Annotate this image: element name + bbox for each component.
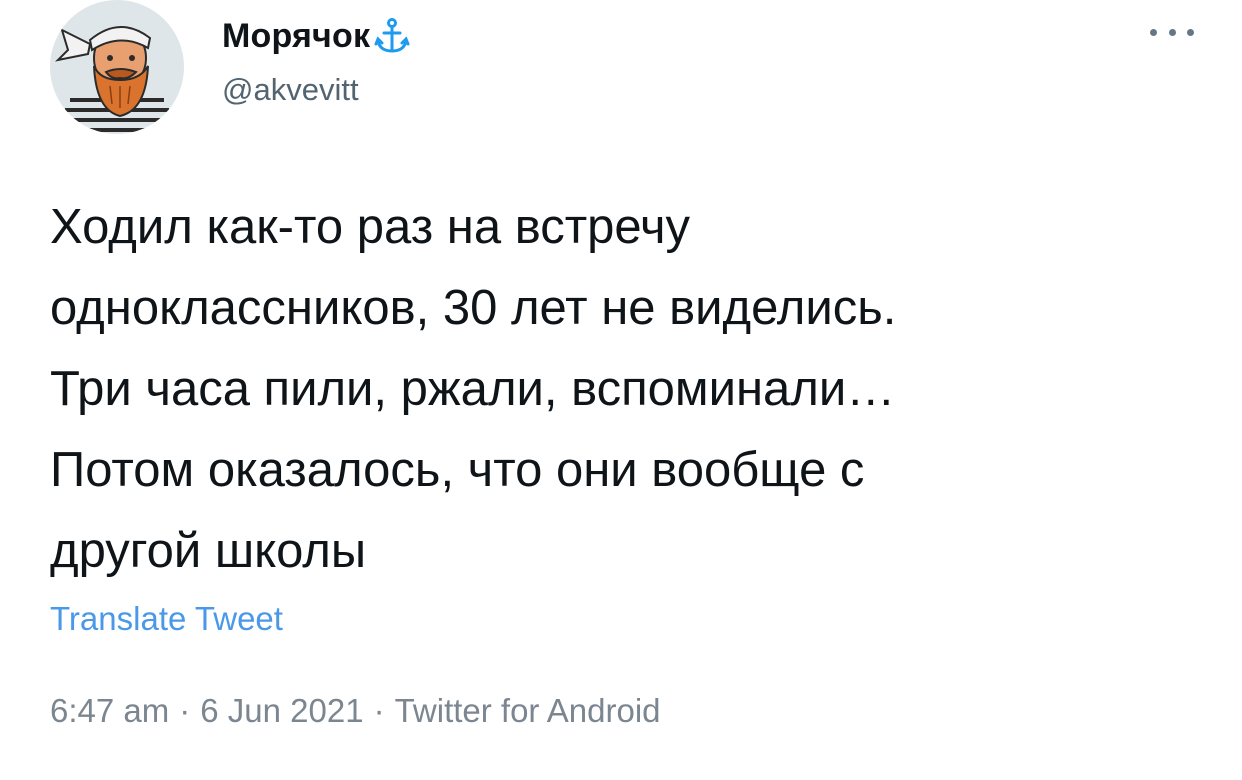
user-handle[interactable]: @akvevitt [222,72,410,108]
separator: · [373,692,385,729]
avatar[interactable] [50,0,184,134]
dot [1168,28,1176,36]
tweet-line: Ходил как-то раз на встречу [50,200,691,254]
anchor-icon [374,17,410,55]
bearded-sailor-avatar [50,0,184,134]
dot [1187,28,1194,36]
dot [1150,28,1157,36]
display-name[interactable]: Морячок [222,17,370,56]
translate-tweet-link[interactable]: Translate Tweet [50,600,283,638]
tweet-text: Ходил как-то раз на встречу одноклассник… [50,187,1200,592]
tweet-time[interactable]: 6:47 am [50,692,169,729]
tweet-source[interactable]: Twitter for Android [395,692,661,729]
tweet-line: одноклассников, 30 лет не виделись. [50,281,897,335]
tweet-card: Морячок @akvevitt Ходил как-то раз на вс… [0,0,1242,780]
tweet-line: Три часа пили, ржали, вспоминали… [50,362,896,416]
tweet-metadata: 6:47 am · 6 Jun 2021 · Twitter for Android [50,692,661,730]
tweet-date[interactable]: 6 Jun 2021 [200,692,363,729]
separator: · [179,692,191,729]
author-block: Морячок @akvevitt [222,16,410,108]
display-name-row: Морячок [222,16,410,56]
tweet-line: другой школы [50,524,367,578]
tweet-line: Потом оказалось, что они вообще с [50,443,865,497]
more-dots-icon[interactable] [1150,20,1194,44]
